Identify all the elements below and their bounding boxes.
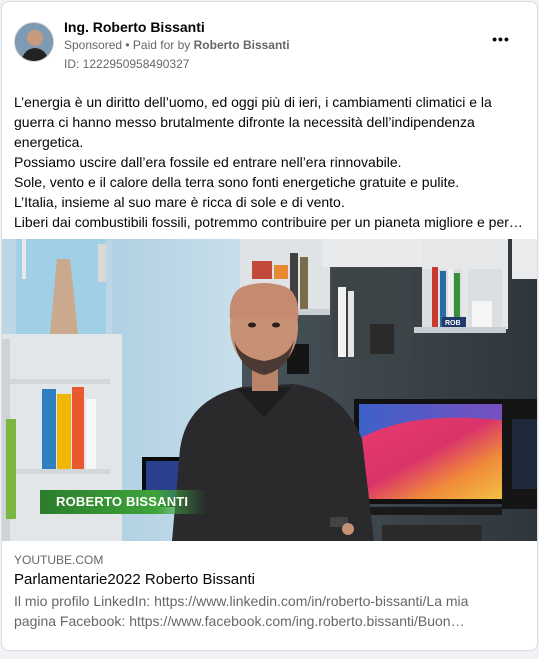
link-title[interactable]: Parlamentarie2022 Roberto Bissanti bbox=[14, 570, 255, 590]
post-text-line: Liberi dai combustibili fossili, potremm… bbox=[14, 214, 523, 230]
link-domain: YOUTUBE.COM bbox=[14, 553, 104, 567]
sponsored-post-card: Ing. Roberto Bissanti Sponsored • Paid f… bbox=[1, 1, 538, 651]
link-preview[interactable]: YOUTUBE.COM Parlamentarie2022 Roberto Bi… bbox=[2, 541, 537, 650]
more-options-icon[interactable]: ••• bbox=[487, 32, 515, 52]
ad-id: ID: 1222950958490327 bbox=[64, 57, 190, 71]
author-name[interactable]: Ing. Roberto Bissanti bbox=[64, 18, 205, 36]
link-description: Il mio profilo LinkedIn: https://www.lin… bbox=[14, 591, 514, 631]
video-thumbnail[interactable]: ROB ROBERTO BISSANTI bbox=[2, 239, 537, 541]
post-header: Ing. Roberto Bissanti Sponsored • Paid f… bbox=[14, 18, 525, 74]
sponsored-label: Sponsored bbox=[64, 38, 123, 52]
post-text-line: guerra ci hanno messo brutalmente difron… bbox=[14, 114, 475, 130]
post-text-line: Possiamo uscire dall’era fossile ed entr… bbox=[14, 154, 402, 170]
link-description-line: Il mio profilo LinkedIn: https://www.lin… bbox=[14, 593, 469, 609]
author-avatar[interactable] bbox=[14, 22, 54, 62]
post-text: L’energia è un diritto dell’uomo, ed ogg… bbox=[14, 92, 524, 232]
post-text-line: L’energia è un diritto dell’uomo, ed ogg… bbox=[14, 94, 492, 110]
sponsored-meta: Sponsored • Paid for by Roberto Bissanti bbox=[64, 37, 290, 53]
paid-for-prefix: • Paid for by bbox=[122, 38, 194, 52]
paid-for-name: Roberto Bissanti bbox=[193, 38, 290, 52]
book-spine-label: ROB bbox=[445, 320, 461, 327]
post-text-line: energetica. bbox=[14, 134, 84, 150]
video-name-banner: ROBERTO BISSANTI bbox=[40, 490, 207, 514]
link-description-line: pagina Facebook: https://www.facebook.co… bbox=[14, 613, 465, 629]
post-text-line: L’Italia, insieme al suo mare è ricca di… bbox=[14, 194, 345, 210]
post-text-line: Sole, vento e il calore della terra sono… bbox=[14, 174, 460, 190]
